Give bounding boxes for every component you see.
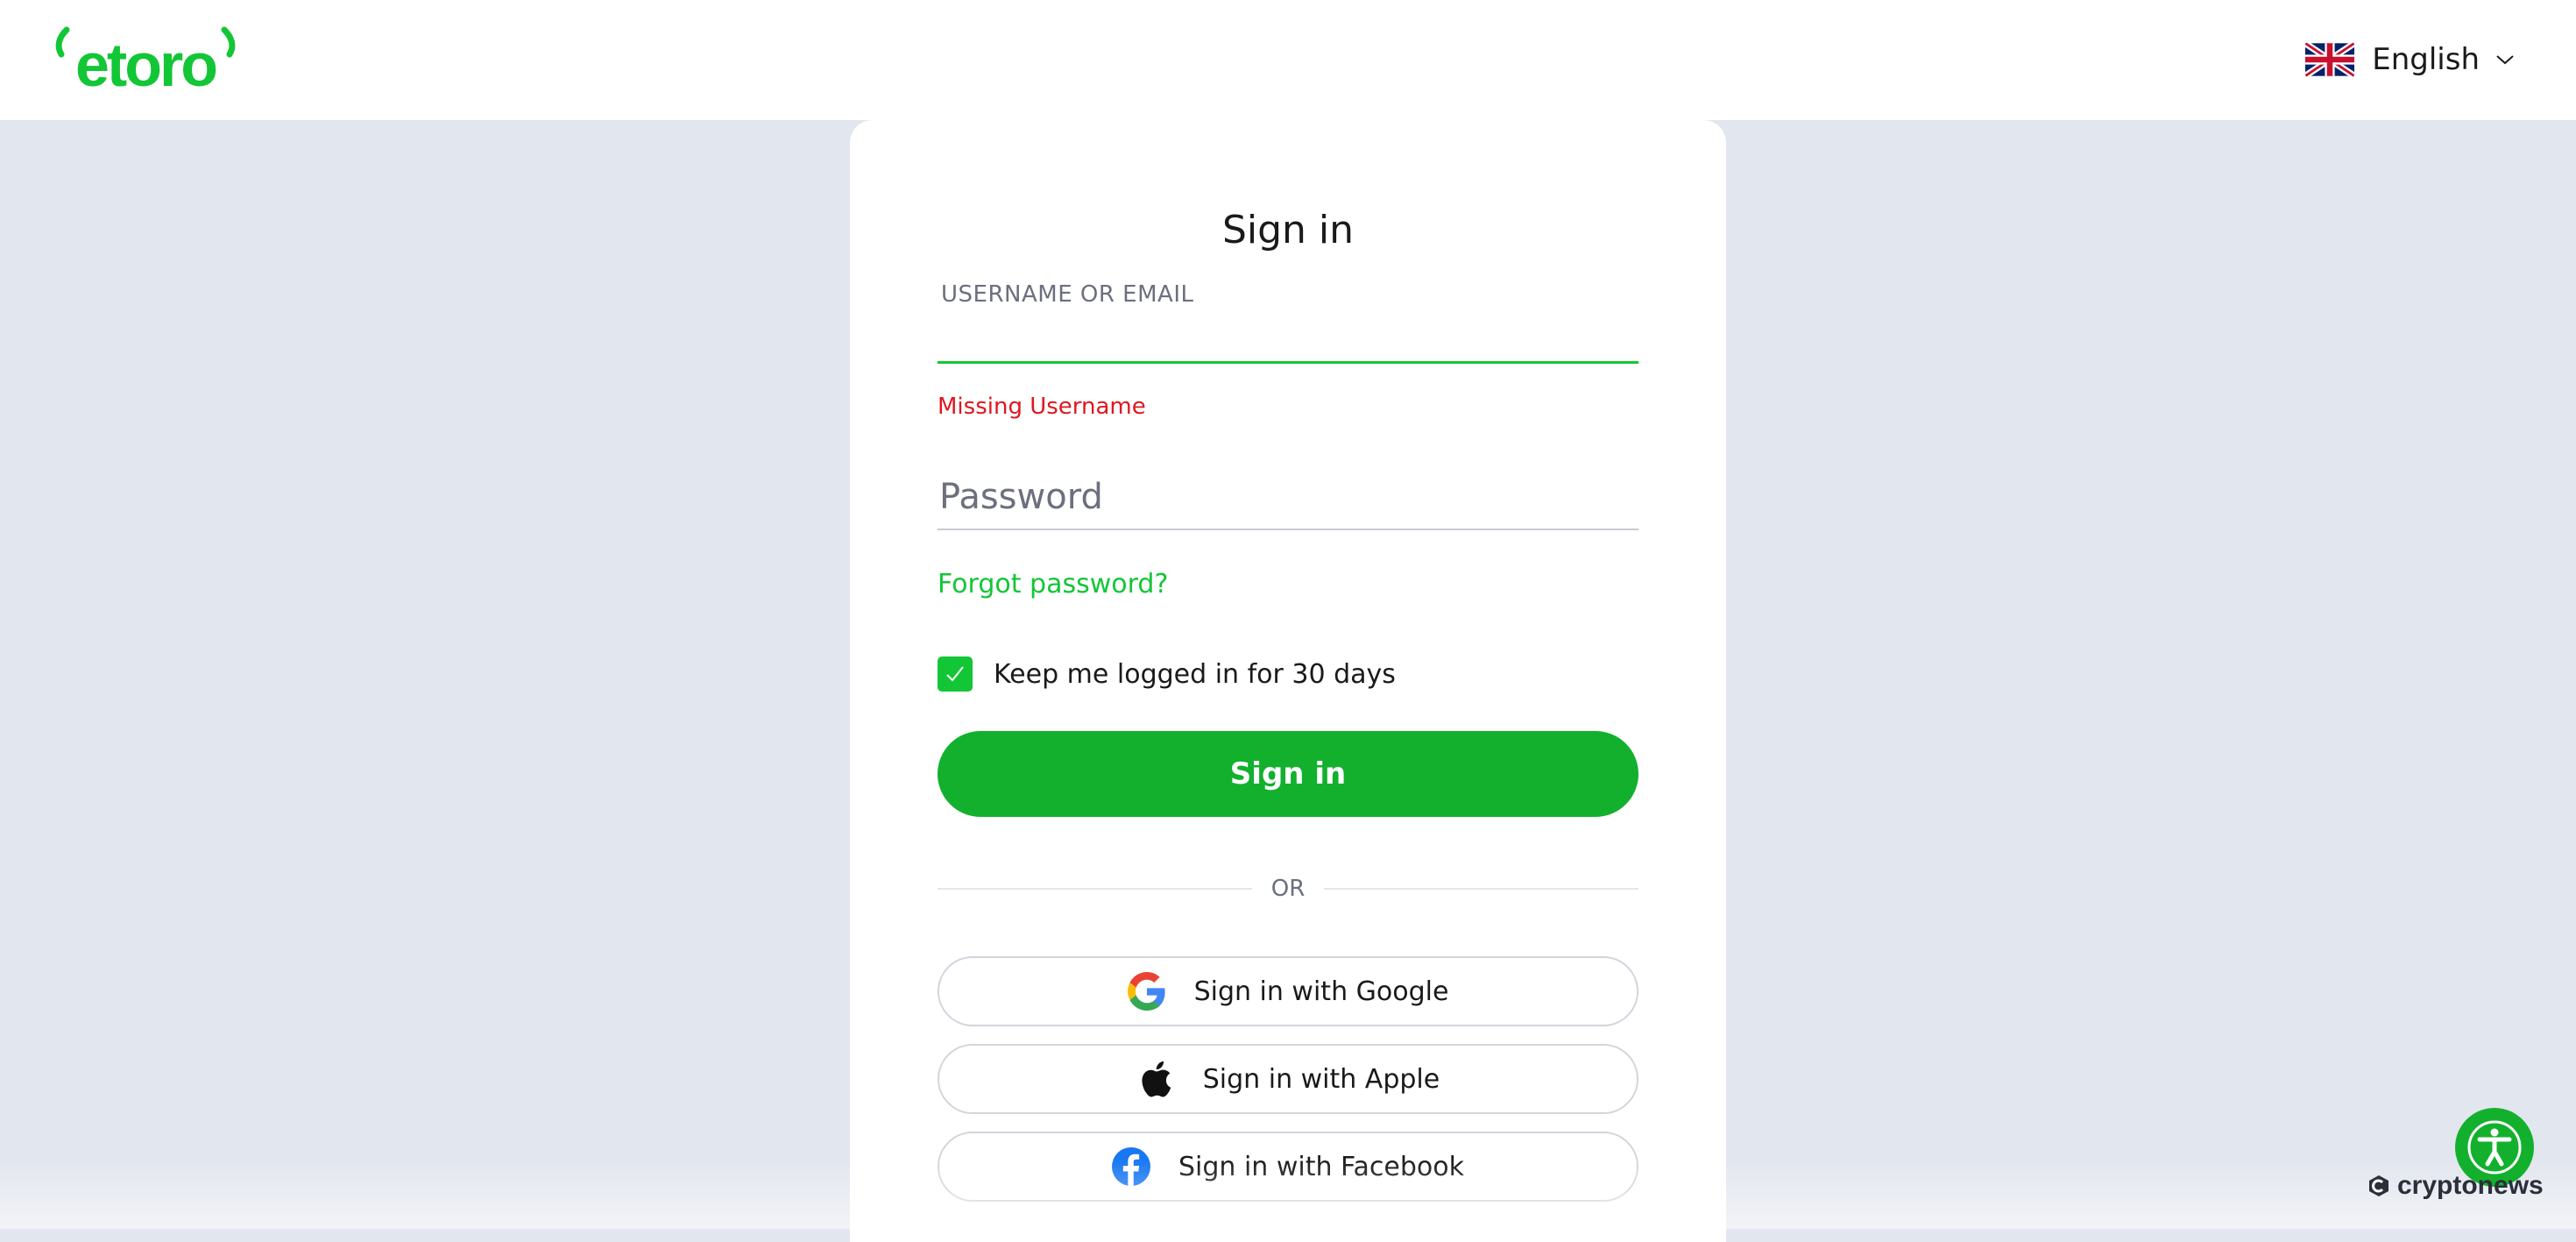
sign-in-facebook-button[interactable]: Sign in with Facebook — [938, 1132, 1638, 1202]
uk-flag-icon — [2305, 42, 2355, 77]
or-text: OR — [1270, 876, 1306, 902]
signin-card: Sign in USERNAME OR EMAIL Missing Userna… — [850, 120, 1726, 1242]
apple-button-label: Sign in with Apple — [1202, 1063, 1440, 1095]
keep-logged-in-row: Keep me logged in for 30 days — [938, 656, 1396, 692]
etoro-logo[interactable]: etoro — [51, 25, 240, 93]
or-divider: OR — [938, 874, 1638, 904]
username-label: USERNAME OR EMAIL — [941, 281, 1194, 308]
keep-logged-in-label: Keep me logged in for 30 days — [994, 658, 1396, 690]
google-button-label: Sign in with Google — [1193, 976, 1449, 1007]
checkmark-icon — [946, 666, 964, 682]
language-selector[interactable]: English — [2305, 39, 2515, 81]
facebook-icon — [1111, 1147, 1150, 1186]
cryptonews-watermark: cryptonews — [2366, 1171, 2544, 1201]
keep-logged-in-checkbox[interactable] — [938, 656, 973, 692]
chevron-down-icon — [2496, 55, 2514, 65]
sign-in-button[interactable]: Sign in — [938, 731, 1638, 817]
accessibility-icon — [2467, 1120, 2522, 1175]
sign-in-apple-button[interactable]: Sign in with Apple — [938, 1044, 1638, 1114]
forgot-password-link[interactable]: Forgot password? — [938, 569, 1168, 600]
cryptonews-logo-icon — [2369, 1175, 2388, 1196]
sign-in-google-button[interactable]: Sign in with Google — [938, 956, 1638, 1026]
google-icon — [1127, 972, 1166, 1011]
password-input[interactable] — [938, 465, 1638, 530]
username-error-message: Missing Username — [938, 394, 1146, 420]
username-input[interactable] — [938, 320, 1638, 364]
watermark-text: cryptonews — [2397, 1171, 2544, 1200]
apple-icon — [1136, 1060, 1175, 1098]
language-label: English — [2372, 42, 2480, 77]
top-header: etoro English — [0, 0, 2576, 120]
divider-line-right — [1324, 888, 1638, 890]
divider-line-left — [938, 888, 1252, 890]
page-title: Sign in — [1221, 208, 1355, 252]
svg-text:etoro: etoro — [75, 31, 216, 93]
facebook-button-label: Sign in with Facebook — [1178, 1151, 1464, 1182]
